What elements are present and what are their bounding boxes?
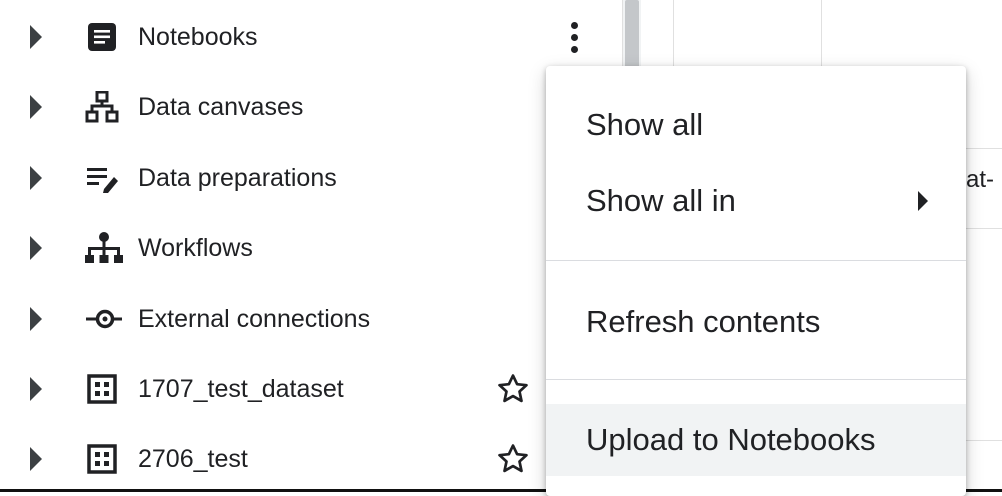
menu-item-label: Upload to Notebooks [586, 422, 876, 457]
context-menu: Show all Show all in Refresh contents Up… [546, 66, 966, 496]
tree-item-label: 2706_test [138, 445, 248, 473]
screen-frame: Notebooks Data canvases Data preparation… [0, 0, 1002, 496]
dataset-icon [84, 373, 128, 405]
expand-caret-icon[interactable] [30, 447, 42, 471]
menu-divider [546, 260, 966, 261]
pane-divider [966, 440, 1002, 441]
menu-item-upload-to-notebooks[interactable]: Upload to Notebooks [546, 404, 966, 476]
menu-item-show-all[interactable]: Show all [546, 91, 966, 159]
notebook-icon [84, 21, 128, 53]
pane-divider [966, 228, 1002, 229]
expand-caret-icon[interactable] [30, 25, 42, 49]
expand-caret-icon[interactable] [30, 95, 42, 119]
tree-item-label: Data preparations [138, 164, 337, 192]
menu-item-label: Refresh contents [586, 304, 821, 339]
tree-item-label: Data canvases [138, 93, 304, 121]
menu-item-refresh-contents[interactable]: Refresh contents [546, 288, 966, 356]
tree-item-label: 1707_test_dataset [138, 375, 344, 403]
pane-divider [966, 148, 1002, 149]
data-canvas-icon [84, 91, 128, 123]
dataset-icon [84, 443, 128, 475]
expand-caret-icon[interactable] [30, 377, 42, 401]
tree-item-external-connections[interactable]: External connections [0, 284, 622, 354]
star-outline-icon[interactable] [496, 442, 530, 476]
star-outline-icon[interactable] [496, 372, 530, 406]
tree-item-label: Notebooks [138, 23, 258, 51]
external-connection-icon [84, 303, 128, 335]
tree-item-notebooks[interactable]: Notebooks [0, 2, 622, 72]
menu-divider [546, 379, 966, 380]
more-vert-icon[interactable] [560, 20, 590, 56]
data-preparation-icon [84, 162, 128, 194]
tree-item-data-canvases[interactable]: Data canvases [0, 72, 622, 142]
submenu-arrow-icon [918, 191, 928, 211]
explorer-tree: Notebooks Data canvases Data preparation… [0, 0, 622, 489]
tree-item-dataset[interactable]: 2706_test [0, 424, 622, 494]
expand-caret-icon[interactable] [30, 307, 42, 331]
workflow-icon [84, 232, 128, 264]
tree-item-dataset[interactable]: 1707_test_dataset [0, 354, 622, 424]
tree-item-label: External connections [138, 305, 371, 333]
pane-truncated-text: at- [966, 166, 995, 193]
menu-item-label: Show all [586, 107, 704, 142]
expand-caret-icon[interactable] [30, 166, 42, 190]
menu-item-label: Show all in [586, 183, 736, 218]
tree-item-workflows[interactable]: Workflows [0, 213, 622, 283]
expand-caret-icon[interactable] [30, 236, 42, 260]
menu-item-show-all-in[interactable]: Show all in [546, 167, 966, 235]
tree-item-label: Workflows [138, 234, 253, 262]
tree-item-data-preparations[interactable]: Data preparations [0, 143, 622, 213]
